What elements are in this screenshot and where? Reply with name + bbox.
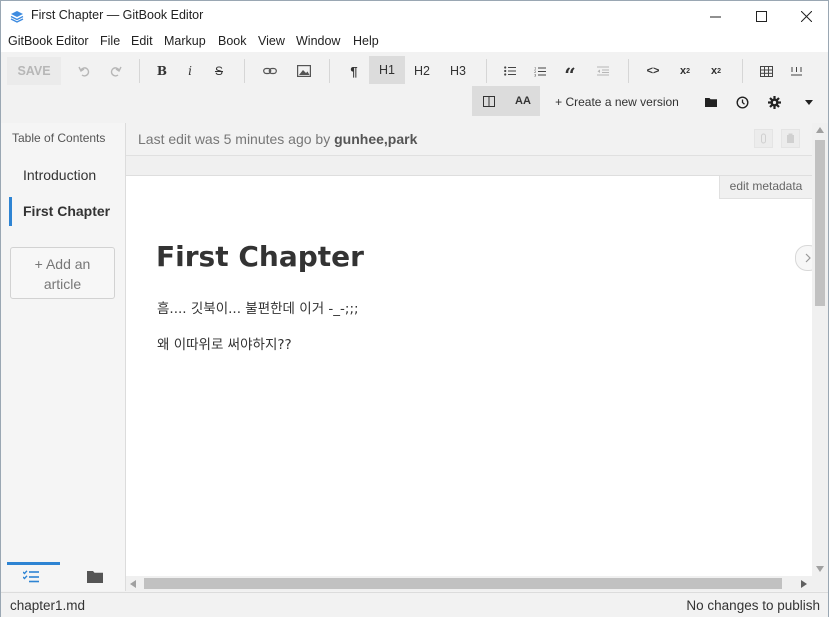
app-window: First Chapter — GitBook Editor GitBook E…: [0, 0, 829, 617]
files-folder-icon[interactable]: [87, 570, 103, 588]
status-filename: chapter1.md: [10, 598, 86, 613]
font-size-label: AA: [515, 95, 531, 107]
status-bar: chapter1.md No changes to publish: [1, 592, 828, 617]
more-dropdown-icon[interactable]: [796, 88, 822, 116]
math-icon[interactable]: [783, 57, 809, 85]
heading1-button[interactable]: H1: [369, 56, 405, 84]
heading3-button[interactable]: H3: [441, 57, 475, 85]
undo-icon[interactable]: [71, 57, 97, 85]
document-heading[interactable]: First Chapter: [156, 240, 364, 273]
toc-active-indicator: [9, 197, 12, 226]
heading2-button[interactable]: H2: [405, 57, 439, 85]
maximize-icon[interactable]: [738, 1, 784, 31]
editor-pane[interactable]: edit metadata First Chapter 흠.... 깃북이...…: [126, 176, 821, 576]
strikethrough-button[interactable]: S: [206, 57, 232, 85]
document-paragraph-1[interactable]: 흠.... 깃북이... 불편한데 이거 -_-;;;: [157, 297, 359, 317]
status-publish: No changes to publish: [686, 598, 820, 613]
create-version-button[interactable]: + Create a new version: [551, 88, 683, 116]
edit-metadata-button[interactable]: edit metadata: [719, 176, 812, 199]
menu-book[interactable]: Book: [218, 34, 247, 48]
outdent-icon[interactable]: [590, 57, 616, 85]
minimize-icon[interactable]: [692, 1, 738, 31]
document-paragraph-2[interactable]: 왜 이따위로 써야하지??: [157, 333, 292, 353]
redo-icon[interactable]: [102, 57, 128, 85]
scroll-left-arrow-icon[interactable]: [130, 580, 136, 588]
subscript-mark: 2: [686, 67, 691, 75]
last-edit-prefix: Last edit was 5 minutes ago by: [138, 131, 335, 147]
title-bar: First Chapter — GitBook Editor: [1, 1, 828, 31]
copy-icon[interactable]: [781, 129, 800, 148]
add-article-button[interactable]: + Add an article: [10, 247, 115, 299]
svg-text:3: 3: [534, 73, 536, 77]
italic-button[interactable]: i: [177, 57, 203, 85]
menu-edit[interactable]: Edit: [131, 34, 153, 48]
last-edit-text: Last edit was 5 minutes ago by gunhee,pa…: [138, 131, 417, 147]
superscript-mark: 2: [717, 67, 722, 75]
toolbar: SAVE B i S ¶ H1 H2 H3 123 “ <> x 2 x 2 A…: [1, 52, 828, 122]
gitbook-logo-icon: [10, 11, 24, 23]
editor-top-strip: [126, 156, 812, 176]
code-button[interactable]: <>: [640, 57, 666, 85]
edit-info-bar: Last edit was 5 minutes ago by gunhee,pa…: [126, 123, 812, 156]
font-size-button[interactable]: AA: [506, 86, 540, 116]
horizontal-scrollbar[interactable]: [126, 576, 812, 591]
window-title: First Chapter — GitBook Editor: [31, 8, 204, 22]
menu-gitbook-editor[interactable]: GitBook Editor: [8, 34, 89, 48]
menu-bar: GitBook Editor File Edit Markup Book Vie…: [1, 31, 828, 52]
vertical-scroll-thumb[interactable]: [815, 140, 825, 306]
folder-icon[interactable]: [698, 88, 724, 116]
sidebar: Table of Contents Introduction First Cha…: [1, 123, 126, 591]
last-edit-author: gunhee,park: [334, 131, 418, 147]
scroll-up-arrow-icon[interactable]: [816, 127, 824, 133]
menu-file[interactable]: File: [100, 34, 120, 48]
menu-help[interactable]: Help: [353, 34, 379, 48]
save-button[interactable]: SAVE: [7, 57, 61, 85]
menu-window[interactable]: Window: [296, 34, 340, 48]
horizontal-scroll-thumb[interactable]: [144, 578, 782, 589]
add-article-label: + Add an article: [34, 256, 91, 292]
image-icon[interactable]: [291, 57, 317, 85]
numbered-list-icon[interactable]: 123: [527, 57, 553, 85]
scroll-down-arrow-icon[interactable]: [816, 566, 824, 572]
menu-markup[interactable]: Markup: [164, 34, 206, 48]
toc-item-introduction[interactable]: Introduction: [23, 167, 96, 183]
table-icon[interactable]: [753, 57, 779, 85]
checklist-icon[interactable]: [22, 570, 39, 588]
scroll-right-arrow-icon[interactable]: [801, 580, 807, 588]
sidebar-tab-active-indicator: [7, 562, 60, 565]
paragraph-button[interactable]: ¶: [341, 57, 367, 85]
attach-icon[interactable]: [754, 129, 773, 148]
bold-button[interactable]: B: [149, 57, 175, 85]
link-icon[interactable]: [257, 57, 283, 85]
toc-title: Table of Contents: [12, 131, 106, 145]
settings-gear-icon[interactable]: [761, 88, 787, 116]
split-view-icon[interactable]: [472, 86, 506, 116]
sidebar-tabs: [1, 560, 125, 591]
bullet-list-icon[interactable]: [497, 57, 523, 85]
history-icon[interactable]: [729, 88, 755, 116]
subscript-button[interactable]: x2: [672, 57, 698, 85]
blockquote-button[interactable]: “: [557, 57, 583, 87]
toc-item-first-chapter[interactable]: First Chapter: [23, 203, 110, 219]
close-icon[interactable]: [783, 1, 829, 31]
menu-view[interactable]: View: [258, 34, 285, 48]
superscript-button[interactable]: x2: [703, 57, 729, 85]
vertical-scrollbar[interactable]: [812, 123, 828, 591]
